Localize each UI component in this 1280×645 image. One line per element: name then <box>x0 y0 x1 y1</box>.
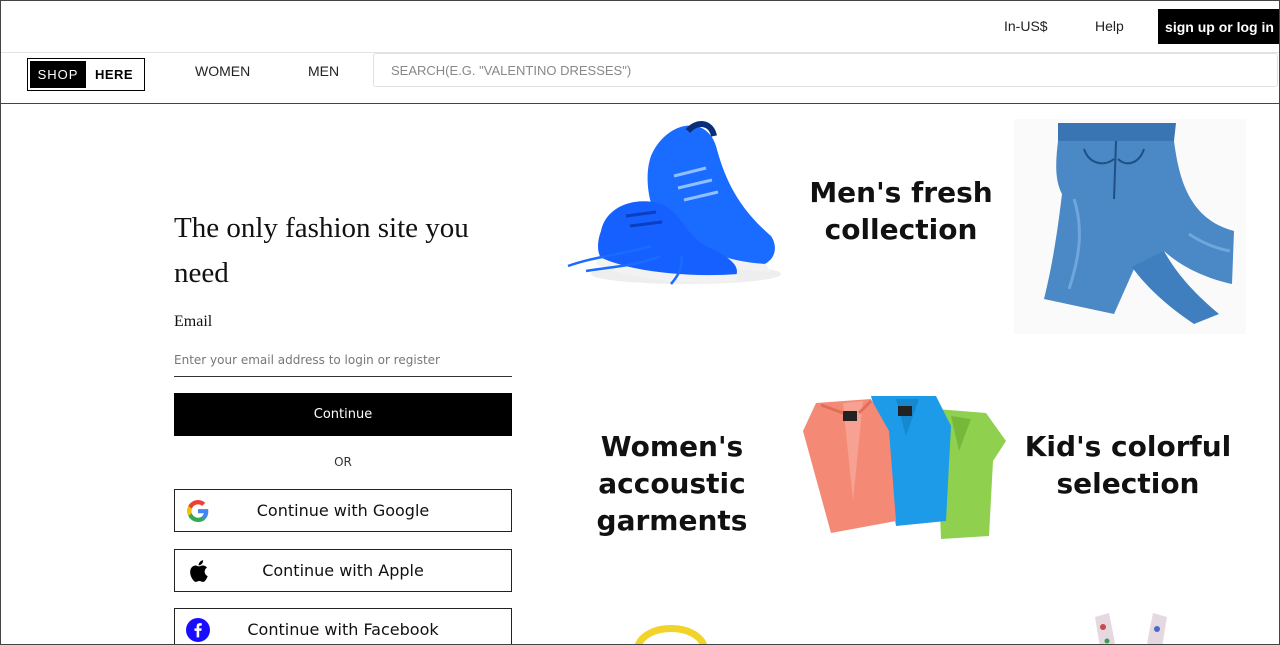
dress-image[interactable] <box>1091 613 1171 644</box>
or-divider: OR <box>334 455 352 469</box>
nav-women-link[interactable]: WOMEN <box>195 63 250 79</box>
site-logo[interactable]: SHOP HERE <box>27 58 145 91</box>
email-field[interactable] <box>174 343 512 377</box>
email-label: Email <box>174 313 213 330</box>
google-login-button[interactable]: Continue with Google <box>174 489 512 532</box>
logo-shop-text: SHOP <box>30 61 86 88</box>
handbag-image[interactable] <box>633 611 709 644</box>
help-link[interactable]: Help <box>1095 18 1124 34</box>
facebook-login-label: Continue with Facebook <box>247 620 439 639</box>
page-frame: In-US$ Help sign up or log in SHOP HERE … <box>0 0 1280 645</box>
apple-login-label: Continue with Apple <box>262 561 424 580</box>
promo-kids-title[interactable]: Kid's colorful selection <box>1023 428 1233 502</box>
search-input[interactable] <box>373 53 1278 87</box>
facebook-icon <box>186 618 210 642</box>
nav-bar: SHOP HERE WOMEN MEN <box>1 52 1279 104</box>
page-headline: The only fashion site you need <box>174 212 469 289</box>
shirts-image[interactable] <box>801 391 1011 541</box>
signin-button[interactable]: sign up or log in <box>1158 9 1279 44</box>
facebook-login-button[interactable]: Continue with Facebook <box>174 608 512 644</box>
apple-icon <box>186 559 210 583</box>
nav-men-link[interactable]: MEN <box>308 63 339 79</box>
continue-button[interactable]: Continue <box>174 393 512 436</box>
jeans-image[interactable] <box>1014 119 1246 334</box>
promo-men-title[interactable]: Men's fresh collection <box>806 174 996 248</box>
google-icon <box>186 499 210 523</box>
promo-women-title[interactable]: Women's accoustic garments <box>586 428 758 539</box>
currency-selector[interactable]: In-US$ <box>1004 18 1048 34</box>
top-bar: In-US$ Help sign up or log in <box>1 1 1279 52</box>
google-login-label: Continue with Google <box>256 501 430 520</box>
apple-login-button[interactable]: Continue with Apple <box>174 549 512 592</box>
shoes-image[interactable] <box>566 116 781 291</box>
logo-here-text: HERE <box>94 67 134 82</box>
